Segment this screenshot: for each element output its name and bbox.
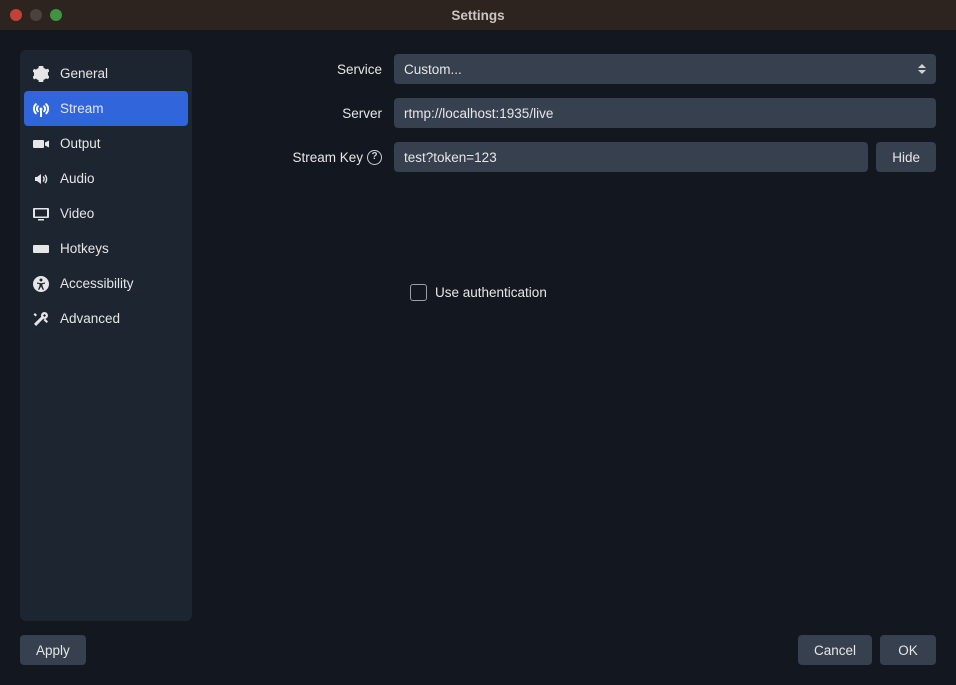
use-authentication-checkbox[interactable] bbox=[410, 284, 427, 301]
sidebar-item-general[interactable]: General bbox=[20, 56, 192, 91]
use-authentication-label: Use authentication bbox=[435, 285, 547, 300]
sidebar-item-advanced[interactable]: Advanced bbox=[20, 301, 192, 336]
help-icon[interactable]: ? bbox=[367, 150, 382, 165]
sidebar-item-label: General bbox=[60, 66, 108, 81]
camera-export-icon bbox=[32, 136, 50, 152]
stream-key-visibility-toggle[interactable]: Hide bbox=[876, 142, 936, 172]
accessibility-icon bbox=[32, 276, 50, 292]
sidebar-item-label: Accessibility bbox=[60, 276, 134, 291]
close-window-button[interactable] bbox=[10, 9, 22, 21]
server-label: Server bbox=[204, 106, 394, 121]
sidebar-item-label: Advanced bbox=[60, 311, 120, 326]
keyboard-icon bbox=[32, 241, 50, 257]
sidebar-item-label: Audio bbox=[60, 171, 95, 186]
monitor-icon bbox=[32, 206, 50, 222]
zoom-window-button[interactable] bbox=[50, 9, 62, 21]
server-input[interactable] bbox=[394, 98, 936, 128]
minimize-window-button[interactable] bbox=[30, 9, 42, 21]
service-label: Service bbox=[204, 62, 394, 77]
stream-key-input[interactable] bbox=[394, 142, 868, 172]
apply-button[interactable]: Apply bbox=[20, 635, 86, 665]
sidebar-item-label: Video bbox=[60, 206, 94, 221]
tools-icon bbox=[32, 311, 50, 327]
gear-icon bbox=[32, 66, 50, 82]
dialog-footer: Apply Cancel OK bbox=[20, 621, 936, 665]
sidebar-item-label: Output bbox=[60, 136, 101, 151]
service-select[interactable]: Custom... bbox=[394, 54, 936, 84]
sidebar-item-label: Hotkeys bbox=[60, 241, 109, 256]
cancel-button[interactable]: Cancel bbox=[798, 635, 872, 665]
titlebar: Settings bbox=[0, 0, 956, 30]
sidebar-item-accessibility[interactable]: Accessibility bbox=[20, 266, 192, 301]
ok-button[interactable]: OK bbox=[880, 635, 936, 665]
sidebar-item-stream[interactable]: Stream bbox=[24, 91, 188, 126]
window-controls bbox=[10, 9, 62, 21]
speaker-icon bbox=[32, 171, 50, 187]
stream-key-label: Stream Key bbox=[292, 150, 363, 165]
settings-sidebar: General Stream Output Audio bbox=[20, 50, 192, 621]
select-stepper-icon bbox=[918, 64, 926, 74]
settings-panel-stream: Service Custom... Server bbox=[204, 50, 936, 621]
sidebar-item-audio[interactable]: Audio bbox=[20, 161, 192, 196]
antenna-icon bbox=[32, 101, 50, 117]
sidebar-item-video[interactable]: Video bbox=[20, 196, 192, 231]
sidebar-item-output[interactable]: Output bbox=[20, 126, 192, 161]
service-select-value: Custom... bbox=[404, 62, 462, 77]
window-title: Settings bbox=[0, 8, 956, 23]
sidebar-item-hotkeys[interactable]: Hotkeys bbox=[20, 231, 192, 266]
sidebar-item-label: Stream bbox=[60, 101, 104, 116]
